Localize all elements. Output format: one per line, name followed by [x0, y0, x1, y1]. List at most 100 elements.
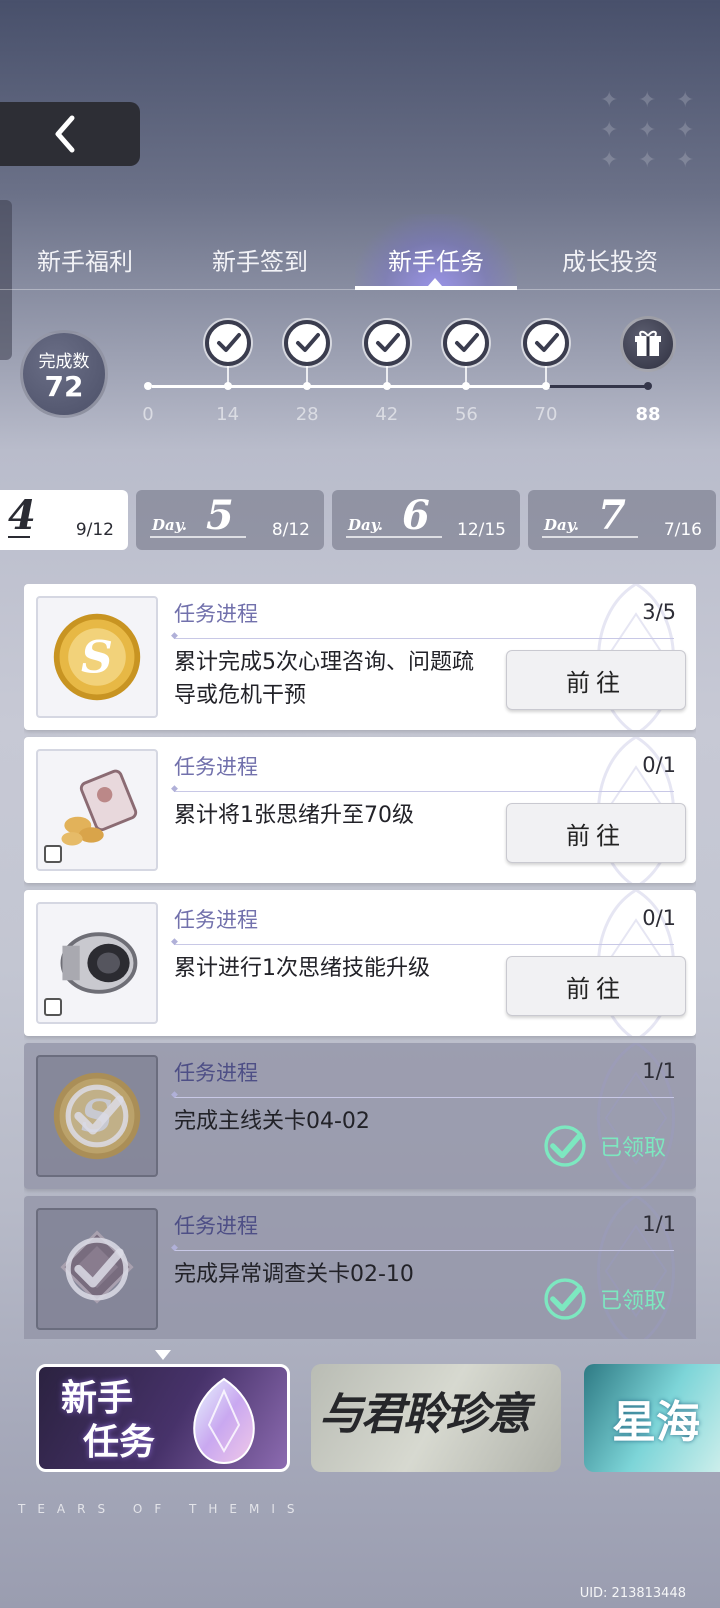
completed-count-badge: 完成数 72 — [20, 330, 108, 418]
gift-icon — [635, 330, 661, 356]
banner-calligraphy-event[interactable]: 与君聆珍意 — [311, 1364, 561, 1472]
user-id-label: UID: 213813448 — [579, 1586, 686, 1601]
progress-track-remaining — [546, 385, 648, 388]
day-progress-fraction: 8/12 — [271, 520, 310, 540]
quest-go-button[interactable]: 前往 — [506, 650, 686, 710]
milestone-reward-88[interactable] — [620, 316, 676, 372]
quest-progress-fraction: 1/1 — [642, 1059, 676, 1083]
quest-card: 任务进程 1/1 完成异常调查关卡02-10 已领取 — [24, 1196, 696, 1339]
banner-calligraphy-title: 与君聆珍意 — [319, 1389, 531, 1440]
chevron-left-icon — [55, 115, 75, 153]
quest-description: 累计进行1次思绪技能升级 — [174, 956, 430, 981]
quest-card[interactable]: 任务进程 0/1 累计进行1次思绪技能升级 前往 — [24, 890, 696, 1036]
quest-go-button[interactable]: 前往 — [506, 956, 686, 1016]
claimed-check-icon — [544, 1125, 586, 1167]
quest-divider — [171, 631, 674, 641]
tab-bar: 新手福利 新手签到 新手任务 成长投资 — [0, 228, 720, 290]
quest-card: S 任务进程 1/1 完成主线关卡04-02 已领取 — [24, 1043, 696, 1189]
quest-progress-label: 任务进程 — [174, 755, 258, 779]
day-tab-6[interactable]: Day. 6 12/15 — [332, 490, 520, 550]
item-corner-marker-icon — [44, 845, 62, 863]
tab-newbie-benefits[interactable]: 新手福利 — [15, 228, 155, 290]
day-underline — [542, 536, 638, 538]
milestone-value-label: 28 — [295, 404, 319, 425]
milestone-claimed-28[interactable] — [284, 320, 331, 366]
quest-description: 完成主线关卡04-02 — [174, 1109, 370, 1134]
snack-bag-icon — [61, 769, 138, 846]
svg-text:S: S — [81, 632, 113, 683]
milestone-claimed-42[interactable] — [363, 320, 410, 366]
progress-node-dot — [144, 382, 152, 390]
day-tab-4[interactable]: 4 9/12 — [0, 490, 128, 550]
quest-claimed-label: 已领取 — [599, 1136, 666, 1161]
banner-newbie-tasks-title: 新手 任务 — [61, 1378, 156, 1463]
milestone-value-label: 88 — [635, 404, 661, 425]
milestone-stem — [385, 366, 388, 384]
back-button[interactable] — [0, 102, 140, 166]
milestone-stem — [545, 366, 547, 384]
tab-newbie-signin[interactable]: 新手签到 — [190, 228, 330, 290]
day-tab-7[interactable]: Day. 7 7/16 — [528, 490, 716, 550]
banner-newbie-tasks[interactable]: 新手 任务 — [36, 1364, 290, 1472]
milestone-stem — [465, 366, 468, 384]
quest-progress-label: 任务进程 — [174, 1214, 258, 1238]
quest-divider — [171, 937, 674, 947]
tab-growth-invest[interactable]: 成长投资 — [540, 228, 680, 290]
day-word-label: Day. — [152, 516, 187, 534]
claimed-check-icon — [544, 1278, 586, 1320]
quest-reward-icon-box — [36, 1208, 158, 1330]
task-progress-track: 完成数 72 0 14 28 42 56 70 88 — [0, 300, 720, 450]
milestone-value-label: 0 — [142, 404, 154, 425]
quest-progress-label: 任务进程 — [174, 1061, 258, 1085]
banner-star-sea-event[interactable]: 星海 — [584, 1364, 720, 1472]
milestone-claimed-70[interactable] — [523, 320, 569, 366]
quest-divider — [171, 1090, 674, 1100]
milestone-claimed-14[interactable] — [204, 320, 251, 366]
check-icon — [455, 333, 480, 352]
claimed-check-overlay-icon — [65, 1237, 129, 1301]
claimed-check-overlay-icon — [65, 1084, 129, 1148]
background-sparkles: ✦ ✦ ✦ ✦ ✦ ✦ ✦ ✦ ✦ — [600, 88, 695, 173]
milestone-value-label: 14 — [216, 404, 240, 425]
check-icon — [375, 333, 400, 352]
quest-progress-fraction: 0/1 — [642, 753, 676, 777]
day-number: 7 — [598, 492, 626, 539]
quest-progress-fraction: 0/1 — [642, 906, 676, 930]
check-icon — [296, 333, 321, 352]
quest-go-button[interactable]: 前往 — [506, 803, 686, 863]
milestone-value-label: 42 — [375, 404, 399, 425]
day-progress-fraction: 12/15 — [457, 520, 506, 540]
day-underline — [8, 536, 30, 538]
quest-description: 完成异常调查关卡02-10 — [174, 1262, 414, 1287]
check-icon — [216, 333, 241, 352]
event-banner-bar: 新手 任务 与君聆珍意 星海 — [0, 1340, 720, 1490]
quest-progress-fraction: 1/1 — [642, 1212, 676, 1236]
brand-wordmark: TEARS OF THEMIS — [18, 1502, 307, 1516]
day-selector: 4 9/12 Day. 5 8/12 Day. 6 12/15 Day. 7 7/16 — [0, 490, 720, 552]
quest-progress-fraction: 3/5 — [642, 600, 676, 624]
day-word-label: Day. — [348, 516, 383, 534]
crystal-gem-icon — [193, 1377, 255, 1465]
day-number: 5 — [206, 492, 234, 539]
quest-card[interactable]: 任务进程 0/1 累计将1张思绪升至70级 前往 — [24, 737, 696, 883]
completed-count-label: 完成数 — [38, 351, 90, 372]
quest-claimed-status: 已领取 — [542, 1123, 666, 1169]
quest-divider — [171, 1243, 674, 1253]
quest-reward-icon-box — [36, 902, 158, 1024]
day-tab-5[interactable]: Day. 5 8/12 — [136, 490, 324, 550]
active-tab-underline — [355, 286, 517, 290]
progress-node-dot — [644, 382, 652, 390]
quest-claimed-status: 已领取 — [542, 1276, 666, 1322]
quest-card[interactable]: S 任务进程 3/5 累计完成5次心理咨询、问题疏导或危机干预前往 — [24, 584, 696, 730]
milestone-claimed-56[interactable] — [443, 320, 490, 366]
day-progress-fraction: 7/16 — [663, 520, 702, 540]
day-progress-fraction: 9/12 — [75, 520, 114, 540]
quest-reward-icon-box: S — [36, 1055, 158, 1177]
day-underline — [150, 536, 246, 538]
day-word-label: Day. — [544, 516, 579, 534]
milestone-stem — [226, 366, 229, 384]
quest-list[interactable]: S任务进程3/5累计完成5次心理咨询、问题疏导或危机干预前往任务进程0/1累计将… — [24, 584, 696, 1339]
coin-icon: S — [53, 613, 141, 701]
progress-track-filled — [152, 385, 554, 388]
quest-divider — [171, 784, 674, 794]
